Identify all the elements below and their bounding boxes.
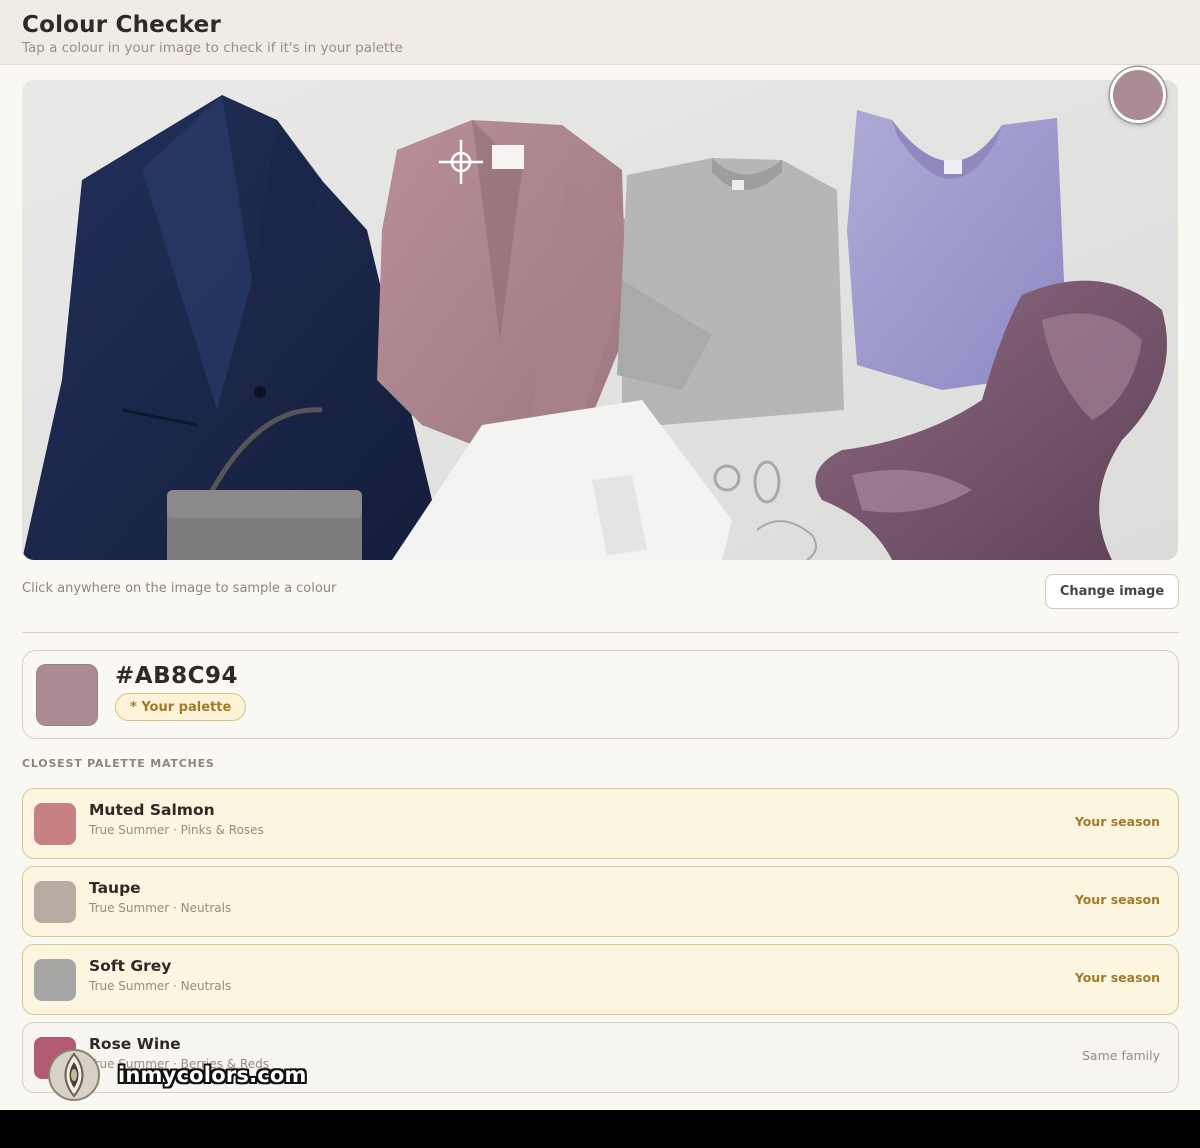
sampled-colour-preview (1110, 67, 1166, 123)
match-item[interactable]: Muted Salmon True Summer · Pinks & Roses… (22, 788, 1179, 859)
match-name: Soft Grey (89, 957, 172, 975)
match-item[interactable]: Soft Grey True Summer · Neutrals Your se… (22, 944, 1179, 1015)
matches-heading: CLOSEST PALETTE MATCHES (22, 757, 215, 770)
match-name: Rose Wine (89, 1035, 181, 1053)
change-image-button[interactable]: Change image (1045, 574, 1179, 609)
your-palette-badge: * Your palette (115, 693, 247, 721)
sampled-colour-hex: #AB8C94 (115, 663, 238, 689)
sample-image[interactable] (22, 80, 1178, 560)
colour-checker-app: Colour Checker Tap a colour in your imag… (0, 0, 1200, 1110)
match-tag: Your season (1074, 892, 1160, 907)
match-meta: True Summer · Neutrals (89, 901, 232, 915)
match-meta: True Summer · Neutrals (89, 979, 232, 993)
page-title: Colour Checker (22, 12, 221, 38)
header: Colour Checker Tap a colour in your imag… (0, 0, 1200, 65)
inmycolors-logo-icon (48, 1049, 100, 1101)
match-item[interactable]: Taupe True Summer · Neutrals Your season (22, 866, 1179, 937)
divider (22, 632, 1179, 633)
match-tag: Your season (1074, 970, 1160, 985)
watermark-text: inmycolors.com (118, 1063, 307, 1087)
match-meta: True Summer · Pinks & Roses (89, 823, 264, 837)
page-subtitle: Tap a colour in your image to check if i… (22, 40, 403, 56)
sampled-colour-swatch (36, 664, 98, 726)
sample-hint: Click anywhere on the image to sample a … (22, 581, 337, 596)
clothing-flatlay-illustration[interactable] (22, 80, 1178, 560)
match-name: Muted Salmon (89, 801, 215, 819)
match-swatch (34, 959, 76, 1001)
match-tag: Your season (1074, 814, 1160, 829)
sampled-colour-card: #AB8C94 * Your palette (22, 650, 1179, 739)
match-tag: Same family (1081, 1048, 1160, 1063)
match-swatch (34, 881, 76, 923)
match-name: Taupe (89, 879, 141, 897)
match-swatch (34, 803, 76, 845)
